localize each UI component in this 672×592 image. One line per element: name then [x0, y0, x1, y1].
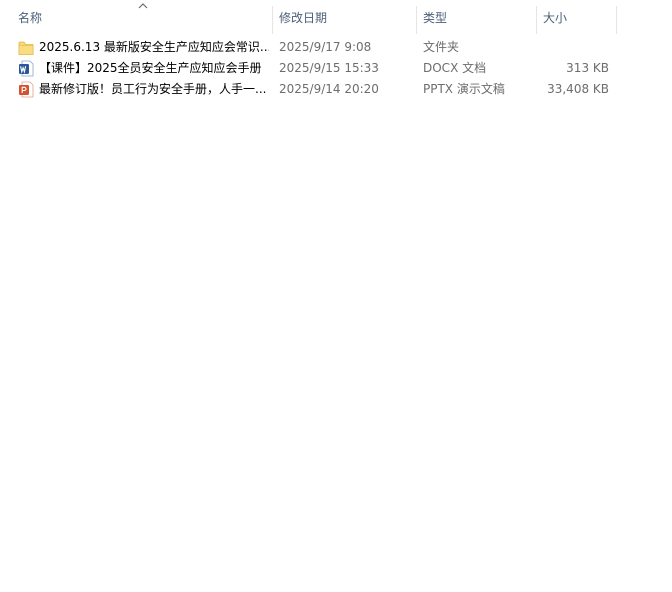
column-header-row: 名称 修改日期 类型 大小 — [0, 0, 672, 36]
file-size — [537, 37, 609, 58]
file-type: 文件夹 — [423, 40, 460, 54]
file-type: PPTX 演示文稿 — [423, 82, 505, 96]
file-row[interactable]: 最新修订版！员工行为安全手册，人手一... 2025/9/14 20:20 PP… — [15, 79, 615, 100]
folder-icon — [18, 41, 34, 55]
column-header-size[interactable]: 大小 — [543, 0, 613, 36]
word-document-icon — [19, 60, 34, 77]
file-name: 2025.6.13 最新版安全生产应知应会常识... — [39, 40, 269, 54]
file-row[interactable]: 【课件】2025全员安全生产应知应会手册 2025/9/15 15:33 DOC… — [15, 58, 615, 79]
column-header-type[interactable]: 类型 — [423, 0, 533, 36]
file-modified-date: 2025/9/15 15:33 — [279, 61, 379, 75]
column-divider[interactable] — [616, 6, 617, 34]
column-divider[interactable] — [416, 6, 417, 34]
file-size: 313 KB — [566, 61, 609, 75]
file-type: DOCX 文档 — [423, 61, 487, 75]
file-name: 最新修订版！员工行为安全手册，人手一... — [39, 82, 267, 96]
file-modified-date: 2025/9/17 9:08 — [279, 40, 372, 54]
file-row[interactable]: 2025.6.13 最新版安全生产应知应会常识... 2025/9/17 9:0… — [15, 37, 615, 58]
column-divider[interactable] — [536, 6, 537, 34]
file-modified-date: 2025/9/14 20:20 — [279, 82, 379, 96]
column-header-name[interactable]: 名称 — [18, 0, 268, 36]
powerpoint-document-icon — [19, 81, 34, 98]
file-explorer-list-view: 名称 修改日期 类型 大小 2025.6.13 最新版安全生产应知应会常识...… — [0, 0, 672, 592]
file-name: 【课件】2025全员安全生产应知应会手册 — [39, 61, 262, 75]
column-header-date[interactable]: 修改日期 — [279, 0, 409, 36]
file-size: 33,408 KB — [547, 82, 609, 96]
column-divider[interactable] — [272, 6, 273, 34]
